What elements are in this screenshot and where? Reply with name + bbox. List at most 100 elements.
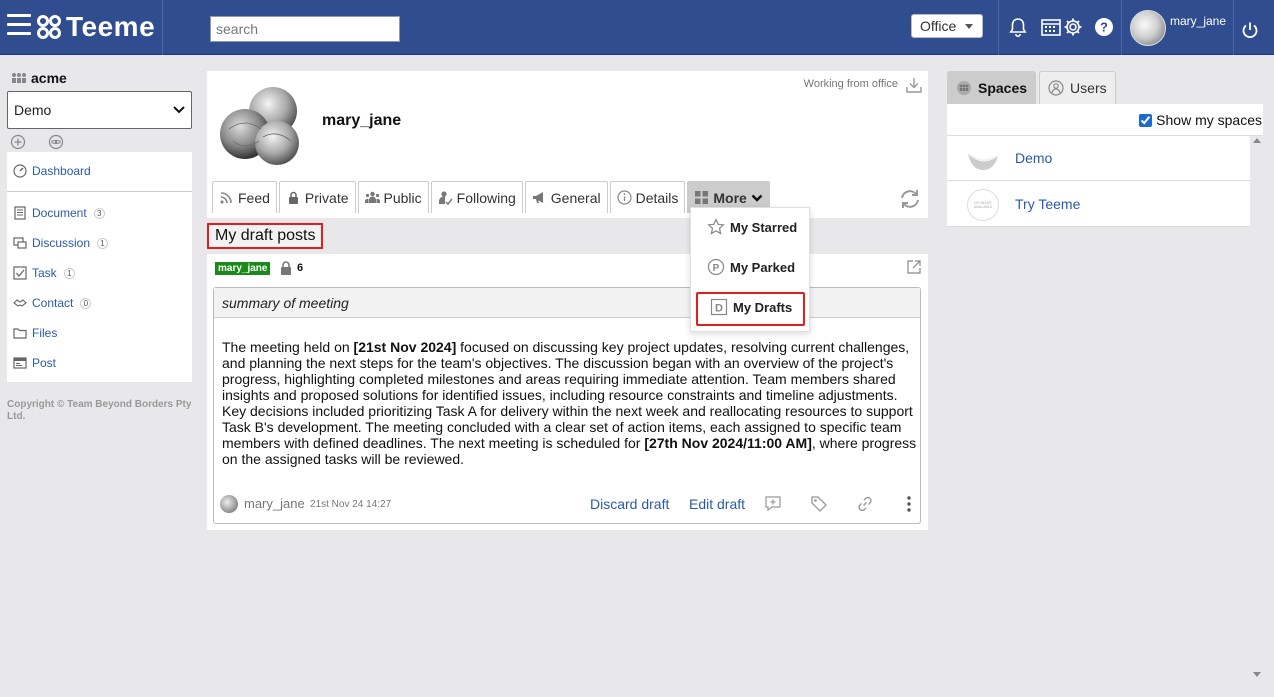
- svg-text:P: P: [713, 263, 720, 274]
- app-logo[interactable]: Teeme: [36, 11, 155, 43]
- discard-draft-button[interactable]: Discard draft: [590, 496, 669, 512]
- search-input[interactable]: [210, 16, 400, 42]
- user-tag[interactable]: mary_jane: [215, 262, 271, 275]
- sidebar-item-label: Task: [32, 266, 57, 280]
- location-select[interactable]: Office: [911, 14, 983, 38]
- post-timestamp: 21st Nov 24 14:27: [310, 499, 392, 510]
- scroll-down-icon[interactable]: [1253, 672, 1261, 677]
- hamburger-menu-icon[interactable]: [7, 14, 31, 38]
- calendar-icon[interactable]: [1040, 16, 1062, 38]
- sidebar-item-files[interactable]: Files: [13, 326, 57, 340]
- post-footer: mary_jane 21st Nov 24 14:27 Discard draf…: [220, 493, 916, 517]
- open-external-icon[interactable]: [906, 259, 922, 275]
- list-item[interactable]: Demo: [947, 136, 1250, 181]
- gear-icon[interactable]: [1062, 16, 1084, 38]
- copyright-text: Copyright © Team Beyond Borders Pty Ltd.: [7, 399, 192, 422]
- menu-item-my-drafts[interactable]: D My Drafts: [710, 298, 792, 316]
- menu-item-my-parked[interactable]: P My Parked: [707, 258, 795, 276]
- svg-text:?: ?: [1100, 20, 1108, 35]
- link-icon[interactable]: [856, 495, 874, 513]
- tab-label: Feed: [238, 189, 270, 206]
- power-icon[interactable]: [1240, 20, 1260, 40]
- list-item[interactable]: NO IMAGE AVAILABLE Try Teeme: [947, 182, 1250, 227]
- sidebar-item-label: Document: [32, 206, 87, 220]
- sidebar-item-post[interactable]: Post: [13, 356, 56, 370]
- scroll-up-icon[interactable]: [1253, 138, 1261, 143]
- post-date-highlight: [27th Nov 2024/11:00 AM]: [644, 435, 812, 451]
- right-panel-tabs: Spaces Users: [947, 71, 1116, 104]
- menu-item-label: My Parked: [730, 259, 796, 275]
- tab-details[interactable]: Details: [609, 181, 686, 213]
- logo-mark-icon: [37, 15, 61, 39]
- sidebar-item-dashboard[interactable]: Dashboard: [13, 164, 91, 178]
- space-thumbnail: [968, 154, 998, 170]
- bell-icon[interactable]: [1007, 16, 1029, 38]
- dashboard-icon: [13, 164, 27, 178]
- post-icon: [13, 357, 27, 369]
- post-subject: summary of meeting: [214, 288, 920, 318]
- status-text: Working from office: [803, 78, 898, 90]
- star-icon: [707, 218, 725, 235]
- parked-icon: P: [707, 258, 725, 276]
- chevron-down-icon: [173, 106, 185, 114]
- show-my-spaces-label: Show my spaces: [1156, 112, 1262, 128]
- tag-icon[interactable]: [810, 495, 828, 513]
- count-badge: 1: [63, 267, 75, 279]
- tab-general[interactable]: General: [524, 181, 608, 213]
- users-icon: [1048, 80, 1064, 96]
- sidebar-item-label: Discussion: [32, 236, 91, 250]
- follow-icon: [438, 191, 453, 205]
- view-space-icon[interactable]: [48, 134, 64, 150]
- avatar: [1130, 10, 1166, 46]
- space-name[interactable]: Try Teeme: [1015, 196, 1080, 212]
- menu-item-my-starred[interactable]: My Starred: [707, 218, 797, 236]
- count-badge: 3: [93, 207, 105, 219]
- profile-avatar[interactable]: [215, 79, 305, 169]
- sidebar-item-discussion[interactable]: Discussion 1: [13, 236, 109, 250]
- space-actions: [10, 134, 64, 150]
- sidebar-item-task[interactable]: Task 1: [13, 266, 75, 280]
- visibility-count: 6: [297, 262, 304, 274]
- tab-following[interactable]: Following: [430, 181, 523, 213]
- tab-label: Details: [635, 189, 679, 206]
- menu-item-label: My Drafts: [733, 299, 793, 315]
- tab-private[interactable]: Private: [278, 181, 356, 213]
- space-name[interactable]: Demo: [1015, 150, 1052, 166]
- post-author[interactable]: mary_jane: [244, 496, 305, 511]
- more-vertical-icon[interactable]: [900, 495, 918, 513]
- document-icon: [14, 206, 26, 220]
- add-space-icon[interactable]: [10, 134, 26, 150]
- tab-spaces[interactable]: Spaces: [947, 71, 1037, 104]
- lock-icon: [288, 191, 298, 204]
- spaces-icon: [957, 81, 971, 95]
- scrollbar[interactable]: [1250, 134, 1263, 684]
- post-date-highlight: [21st Nov 2024]: [353, 339, 457, 355]
- tab-users[interactable]: Users: [1039, 71, 1116, 104]
- org-name: acme: [31, 70, 67, 86]
- right-panel: Show my spaces Demo NO IMAGE AVAILABLE T…: [947, 104, 1263, 697]
- sidebar-item-label: Contact: [32, 296, 74, 310]
- sidebar-item-document[interactable]: Document 3: [13, 206, 105, 220]
- user-menu[interactable]: mary_jane: [1130, 10, 1226, 46]
- tab-label: More: [713, 189, 747, 206]
- people-icon: [364, 191, 380, 203]
- space-select-value: Demo: [14, 102, 52, 118]
- info-icon: [616, 190, 632, 205]
- space-select[interactable]: Demo: [7, 91, 192, 129]
- show-my-spaces-toggle[interactable]: Show my spaces: [1139, 112, 1262, 128]
- tab-feed[interactable]: Feed: [212, 181, 277, 213]
- comment-icon[interactable]: [764, 495, 782, 513]
- download-icon[interactable]: [905, 76, 923, 94]
- tab-public[interactable]: Public: [357, 181, 429, 213]
- svg-text:D: D: [715, 303, 723, 315]
- sidebar-item-label: Post: [32, 356, 57, 370]
- chevron-down-icon: [965, 23, 974, 29]
- refresh-icon[interactable]: [898, 188, 922, 210]
- count-badge: 0: [80, 297, 92, 309]
- show-my-spaces-checkbox[interactable]: [1139, 113, 1153, 127]
- tab-label: Following: [456, 189, 516, 206]
- edit-draft-button[interactable]: Edit draft: [689, 496, 745, 512]
- help-icon[interactable]: ?: [1093, 16, 1115, 38]
- lock-icon: [281, 261, 291, 275]
- sidebar-item-contact[interactable]: Contact 0: [13, 296, 92, 310]
